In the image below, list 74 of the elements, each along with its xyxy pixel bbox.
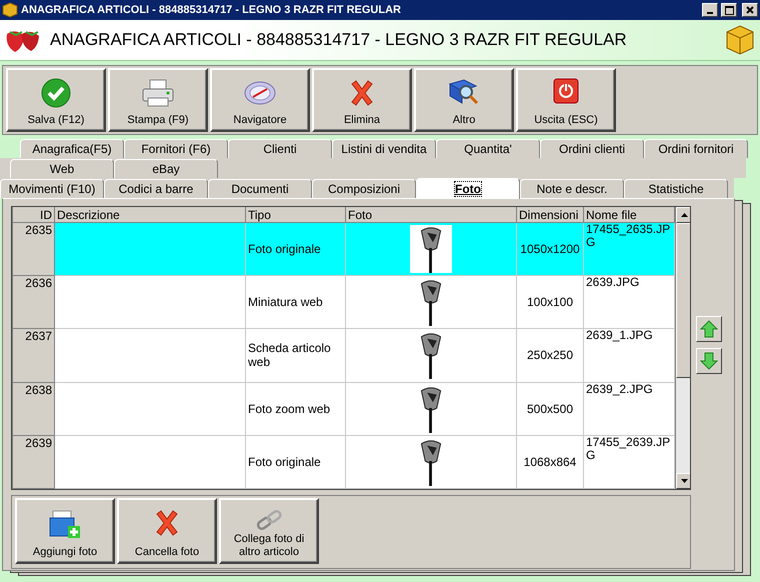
dimensions-cell: 250x250 xyxy=(516,328,584,382)
tab[interactable]: Foto xyxy=(416,178,520,199)
type-cell: Foto originale xyxy=(246,222,346,276)
tab[interactable]: Anagrafica(F5) xyxy=(20,139,124,158)
close-icon xyxy=(746,6,754,14)
more-button[interactable]: Altro xyxy=(414,68,514,132)
table-row[interactable]: 2637 Scheda articolo web 250x250 2639_1.JPG xyxy=(12,328,674,382)
add-photo-button[interactable]: Aggiungi foto xyxy=(15,498,115,564)
printer-icon xyxy=(141,78,175,108)
folder-plus-icon xyxy=(48,508,82,540)
up-triangle-icon xyxy=(681,213,688,217)
delete-button[interactable]: Elimina xyxy=(312,68,412,132)
window-title: ANAGRAFICA ARTICOLI - 884885314717 - LEGNO 3 RAZR FIT REGULAR xyxy=(21,4,402,16)
column-header[interactable]: Nome file xyxy=(584,207,674,222)
down-triangle-icon xyxy=(681,479,688,483)
table-row[interactable]: 2635 Foto originale 1050x1200 17455_2635.JPG xyxy=(12,222,674,276)
tab[interactable]: Web xyxy=(10,159,114,178)
id-cell: 2637 xyxy=(12,328,54,382)
tab[interactable]: Documenti xyxy=(208,179,312,198)
column-header[interactable]: Descrizione xyxy=(54,207,246,222)
scrollbar-thumb[interactable] xyxy=(676,223,690,378)
table-row[interactable]: 2636 Miniatura web 100x100 2639.JPG xyxy=(12,276,674,329)
table-row[interactable]: 2638 Foto zoom web 500x500 2639_2.JPG xyxy=(12,382,674,436)
id-cell: 2636 xyxy=(12,276,54,329)
checkmark-icon xyxy=(41,78,71,108)
tab[interactable]: eBay xyxy=(114,159,218,178)
id-cell: 2639 xyxy=(12,435,54,488)
dimensions-cell: 1068x864 xyxy=(516,435,584,488)
column-header[interactable]: Dimensioni xyxy=(516,207,584,222)
vertical-scrollbar[interactable] xyxy=(675,207,690,489)
navigator-button[interactable]: Navigatore xyxy=(210,68,310,132)
id-cell: 2638 xyxy=(12,382,54,436)
tab[interactable]: Listini di vendita xyxy=(332,139,436,158)
print-button[interactable]: Stampa (F9) xyxy=(108,68,208,132)
move-up-button[interactable] xyxy=(696,316,722,342)
maximize-button[interactable] xyxy=(721,3,737,17)
move-down-button[interactable] xyxy=(696,348,722,374)
dimensions-cell: 500x500 xyxy=(516,382,584,436)
scroll-up-button[interactable] xyxy=(676,207,690,223)
tab[interactable]: Statistiche xyxy=(624,179,728,198)
close-button[interactable] xyxy=(742,3,758,17)
tab[interactable]: Ordini clienti xyxy=(540,139,644,158)
tab[interactable]: Fornitori (F6) xyxy=(124,139,228,158)
id-cell: 2635 xyxy=(12,222,54,276)
golf-club-drawing xyxy=(410,225,452,274)
arrow-up-icon xyxy=(700,320,718,338)
maximize-icon xyxy=(724,6,734,14)
column-header[interactable]: ID xyxy=(12,207,54,222)
power-icon xyxy=(553,78,579,104)
type-cell: Miniatura web xyxy=(246,276,346,329)
dimensions-cell: 100x100 xyxy=(516,276,584,329)
file-name-cell: 17455_2635.JPG xyxy=(584,222,674,276)
page-title: ANAGRAFICA ARTICOLI - 884885314717 - LEGNO 3 RAZR FIT REGULAR xyxy=(50,30,628,50)
link-photo-button[interactable]: Collega foto di altro articolo xyxy=(219,498,319,564)
tab[interactable]: Codici a barre xyxy=(104,179,208,198)
table-row[interactable]: 2639 Foto originale 1068x864 17455_2639.JPG xyxy=(12,435,674,488)
delete-button[interactable]: Cancella foto xyxy=(117,498,217,564)
column-header[interactable]: Foto xyxy=(346,207,516,222)
type-cell: Foto originale xyxy=(246,435,346,488)
tab[interactable]: Movimenti (F10) xyxy=(0,179,104,198)
tab[interactable]: Ordini fornitori xyxy=(644,139,748,158)
tab[interactable]: Note e descr. xyxy=(520,179,624,198)
type-cell: Foto zoom web xyxy=(246,382,346,436)
tab[interactable]: Composizioni xyxy=(312,179,416,198)
scroll-down-button[interactable] xyxy=(676,473,690,489)
save-button[interactable]: Salva (F12) xyxy=(6,68,106,132)
minimize-button[interactable] xyxy=(702,3,718,17)
dimensions-cell: 1050x1200 xyxy=(516,222,584,276)
column-header[interactable]: Tipo xyxy=(246,207,346,222)
tab[interactable]: Quantita' xyxy=(436,139,540,158)
arrow-down-icon xyxy=(700,352,718,370)
tab[interactable]: Clienti xyxy=(228,139,332,158)
type-cell: Scheda articolo web xyxy=(246,328,346,382)
exit-button[interactable]: Uscita (ESC) xyxy=(516,68,616,132)
